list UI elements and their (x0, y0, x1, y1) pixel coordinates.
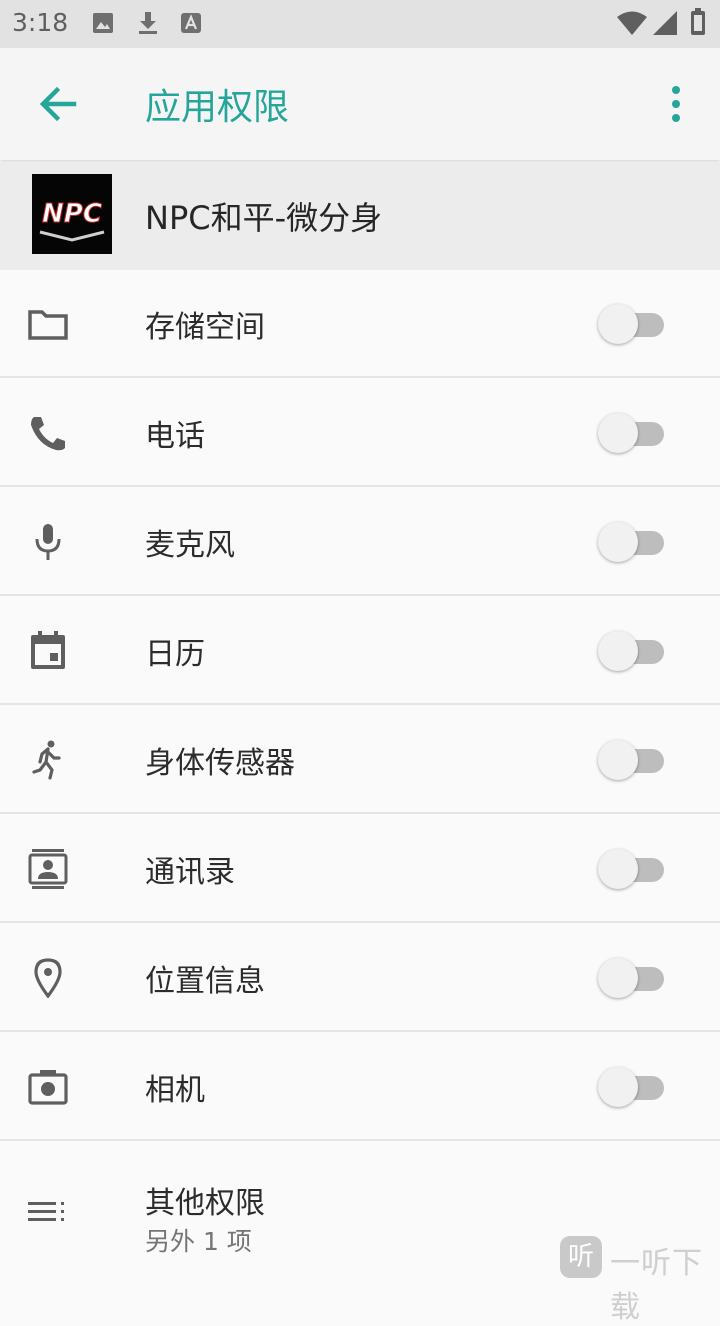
permission-toggle[interactable] (598, 411, 668, 455)
status-time: 3:18 (12, 8, 69, 37)
permission-row-calendar[interactable]: 日历 (0, 597, 720, 705)
more-vert-icon (672, 86, 680, 122)
permission-toggle[interactable] (598, 956, 668, 1000)
cell-signal-icon (653, 11, 677, 35)
camera-icon (28, 1070, 68, 1105)
permission-label: 通讯录 (145, 855, 235, 890)
permission-row-camera[interactable]: 相机 (0, 1033, 720, 1141)
permission-label: 相机 (145, 1073, 205, 1108)
running-person-icon (32, 740, 61, 780)
permission-toggle[interactable] (598, 847, 668, 891)
watermark-text: 一听下载 (610, 1246, 703, 1325)
app-header: NPC NPC和平-微分身 (0, 162, 720, 270)
permission-label: 电话 (145, 419, 205, 454)
page-title: 应用权限 (145, 87, 290, 128)
watermark: 听 一听下载 (560, 1234, 720, 1325)
permission-toggle[interactable] (598, 738, 668, 782)
list-icon (28, 1202, 64, 1221)
contacts-icon (28, 849, 68, 889)
permission-label: 身体传感器 (145, 746, 295, 781)
wifi-icon (617, 11, 647, 35)
permission-toggle[interactable] (598, 302, 668, 346)
phone-icon (31, 417, 65, 451)
arrow-back-icon (39, 86, 77, 122)
calendar-icon (31, 631, 65, 669)
other-permissions-count: 另外 1 项 (145, 1227, 252, 1256)
permission-label: 麦克风 (145, 528, 235, 563)
folder-icon (28, 310, 68, 340)
battery-icon (691, 8, 705, 35)
permission-row-storage[interactable]: 存储空间 (0, 270, 720, 378)
back-button[interactable] (30, 76, 86, 132)
permission-toggle[interactable] (598, 1065, 668, 1109)
status-bar: 3:18 (0, 0, 720, 48)
download-notification-icon (139, 12, 157, 34)
permission-toggle[interactable] (598, 629, 668, 673)
gallery-notification-icon (93, 13, 113, 33)
permission-row-contacts[interactable]: 通讯录 (0, 815, 720, 923)
location-pin-icon (34, 958, 62, 998)
app-logo: NPC (32, 174, 112, 254)
permission-label: 存储空间 (145, 310, 265, 345)
app-logo-text: NPC (42, 199, 102, 229)
app-toolbar: 应用权限 (0, 48, 720, 160)
more-options-button[interactable] (656, 76, 696, 132)
permission-row-location[interactable]: 位置信息 (0, 924, 720, 1032)
permission-row-body-sensors[interactable]: 身体传感器 (0, 706, 720, 814)
permission-label: 日历 (145, 637, 205, 672)
app-notification-icon (181, 13, 201, 33)
app-name: NPC和平-微分身 (145, 199, 383, 237)
permission-row-phone[interactable]: 电话 (0, 379, 720, 487)
other-permissions-label: 其他权限 (145, 1186, 265, 1221)
watermark-badge: 听 (560, 1236, 602, 1278)
permission-label: 位置信息 (145, 964, 265, 999)
microphone-icon (35, 524, 61, 560)
permission-row-microphone[interactable]: 麦克风 (0, 488, 720, 596)
permission-toggle[interactable] (598, 520, 668, 564)
